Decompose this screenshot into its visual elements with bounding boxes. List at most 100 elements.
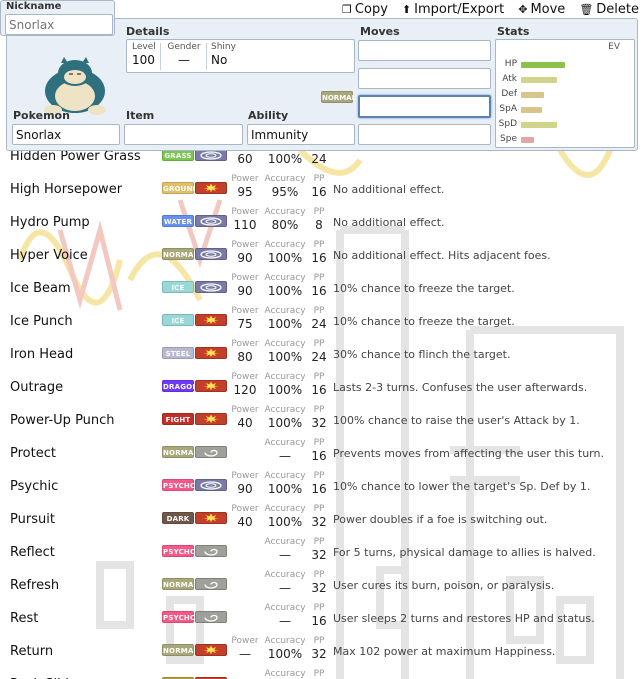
status-category-icon [204, 581, 218, 589]
power-header: Power [231, 405, 259, 415]
copy-label: Copy [354, 1, 388, 17]
move-name: Hidden Power Grass [10, 149, 141, 164]
accuracy-header: Accuracy [264, 273, 306, 283]
stat-label: Spe [500, 134, 517, 144]
power-header: Power [231, 372, 259, 382]
ability-label: Ability [248, 109, 289, 122]
move-power: Power 90 [231, 240, 259, 266]
move-power: Power 40 [231, 504, 259, 530]
move-row[interactable]: Hydro Pump WATER Power 110 Accuracy 80% PP 8 No … [0, 203, 643, 236]
import-export-button[interactable]: ⬆ Import/Export [402, 0, 504, 18]
move-pp: PP 16 [309, 174, 329, 200]
move-row[interactable]: Rest PSYCHC Accuracy — PP 16 User sleeps 2 tur… [0, 599, 643, 632]
stat-row-spe: Spe [496, 133, 636, 146]
pp-value: 8 [315, 218, 323, 232]
move-description: Prevents moves from affecting the user t… [333, 447, 604, 460]
pp-value: 24 [311, 152, 327, 166]
move-type-badge: NORMAL [162, 644, 198, 656]
accuracy-header: Accuracy [264, 339, 306, 349]
move-accuracy: Accuracy — [264, 438, 306, 464]
move-row[interactable]: High Horsepower GROUND Power 95 Accuracy 95% P… [0, 170, 643, 203]
stat-row-def: Def [496, 88, 636, 101]
move-slot-1-input[interactable] [358, 40, 491, 61]
special-category-icon [200, 249, 222, 259]
accuracy-value: 100% [267, 647, 303, 661]
pp-header: PP [313, 537, 325, 547]
move-row[interactable]: Outrage DRAGON Power 120 Accuracy 100% PP 16 Las… [0, 368, 643, 401]
power-header: Power [231, 207, 259, 217]
move-power: Power 75 [231, 306, 259, 332]
power-value: 60 [237, 152, 253, 166]
move-pp: PP 16 [309, 273, 329, 299]
move-row[interactable]: Ice Punch ICE Power 75 Accuracy 100% PP 24 10% c… [0, 302, 643, 335]
stats-box[interactable]: EV HP Atk Def SpA SpD Spe [495, 39, 635, 148]
move-row[interactable]: Refresh NORMAL Accuracy — PP 32 User cures its… [0, 566, 643, 599]
move-accuracy: Accuracy — [264, 603, 306, 629]
move-row[interactable]: Power-Up Punch FIGHT Power 40 Accuracy 100% PP… [0, 401, 643, 434]
move-pp: PP 32 [309, 504, 329, 530]
ev-label: EV [608, 42, 620, 52]
move-accuracy: Accuracy100% [264, 504, 306, 530]
move-name: Rest [10, 611, 39, 626]
stat-label: Atk [502, 74, 517, 84]
pokemon-sprite[interactable] [33, 55, 117, 115]
accuracy-header: Accuracy [264, 471, 306, 481]
move-category-badge [195, 479, 227, 491]
move-name: Power-Up Punch [10, 413, 115, 428]
move-row[interactable]: Psychic PSYCHC Power 90 Accuracy 100% PP 16 10% … [0, 467, 643, 500]
move-row[interactable]: Pursuit DARK Power 40 Accuracy 100% PP 32 Power … [0, 500, 643, 533]
ability-input[interactable] [247, 124, 355, 145]
pp-header: PP [313, 174, 325, 184]
move-row[interactable]: Rock SlideROCKAccuracyPP [0, 665, 643, 679]
move-pp: PP 16 [309, 372, 329, 398]
move-accuracy: Accuracy100% [264, 372, 306, 398]
pokemon-input[interactable] [12, 124, 120, 145]
delete-button[interactable]: 🗑 Delete [579, 0, 639, 18]
move-type-badge: DRAGON [162, 380, 198, 392]
details-label: Details [126, 25, 170, 38]
move-row[interactable]: Protect NORMAL Accuracy — PP 16 Prevents moves… [0, 434, 643, 467]
nickname-input[interactable] [5, 14, 113, 35]
stat-label: HP [504, 59, 517, 69]
upload-icon: ⬆ [401, 2, 412, 16]
move-type-badge: ICE [162, 281, 194, 293]
pp-value: 16 [311, 251, 327, 265]
accuracy-value: 100% [267, 152, 303, 166]
pp-header: PP [313, 636, 325, 646]
move-power: Power 95 [231, 174, 259, 200]
details-divider [206, 43, 207, 70]
move-slot-4-input[interactable] [358, 124, 491, 145]
move-slot-3-input[interactable] [358, 95, 491, 118]
details-box[interactable]: Level 100 Gender — Shiny No [126, 39, 355, 73]
item-input[interactable] [124, 124, 243, 145]
move-description: 30% chance to flinch the target. [333, 348, 511, 361]
move-category-badge [195, 314, 227, 326]
copy-button[interactable]: ❐ Copy [342, 0, 388, 18]
move-pp: PP 32 [309, 537, 329, 563]
move-pp: PP 32 [309, 570, 329, 596]
pp-value: 32 [311, 515, 327, 529]
move-row[interactable]: Iron Head STEEL Power 80 Accuracy 100% PP 24 30%… [0, 335, 643, 368]
accuracy-value: — [279, 449, 291, 463]
pp-header: PP [313, 603, 325, 613]
move-accuracy: Accuracy100% [264, 471, 306, 497]
accuracy-header: Accuracy [264, 603, 306, 613]
move-type-badge: FIGHT [162, 413, 194, 425]
accuracy-value: 95% [271, 185, 299, 199]
gender-label: Gender [167, 42, 201, 52]
move-row[interactable]: Ice Beam ICE Power 90 Accuracy 100% PP 16 10% ch… [0, 269, 643, 302]
move-description: No additional effect. Hits adjacent foes… [333, 249, 551, 262]
move-row[interactable]: Reflect PSYCHC Accuracy — PP 32 For 5 turns, p… [0, 533, 643, 566]
move-power: Power 90 [231, 273, 259, 299]
pp-value: 32 [311, 416, 327, 430]
move-slot-2-input[interactable] [358, 68, 491, 89]
pp-header: PP [313, 471, 325, 481]
accuracy-value: 100% [267, 416, 303, 430]
pp-value: 16 [311, 185, 327, 199]
stat-bar [521, 122, 557, 128]
move-row[interactable]: Hyper Voice NORMAL Power 90 Accuracy 100% PP 16… [0, 236, 643, 269]
accuracy-value: 100% [267, 515, 303, 529]
move-button[interactable]: ✥ Move [518, 0, 565, 18]
move-row[interactable]: Return NORMAL Power — Accuracy 100% PP 32 Max 10… [0, 632, 643, 665]
level-value: 100 [132, 53, 155, 67]
